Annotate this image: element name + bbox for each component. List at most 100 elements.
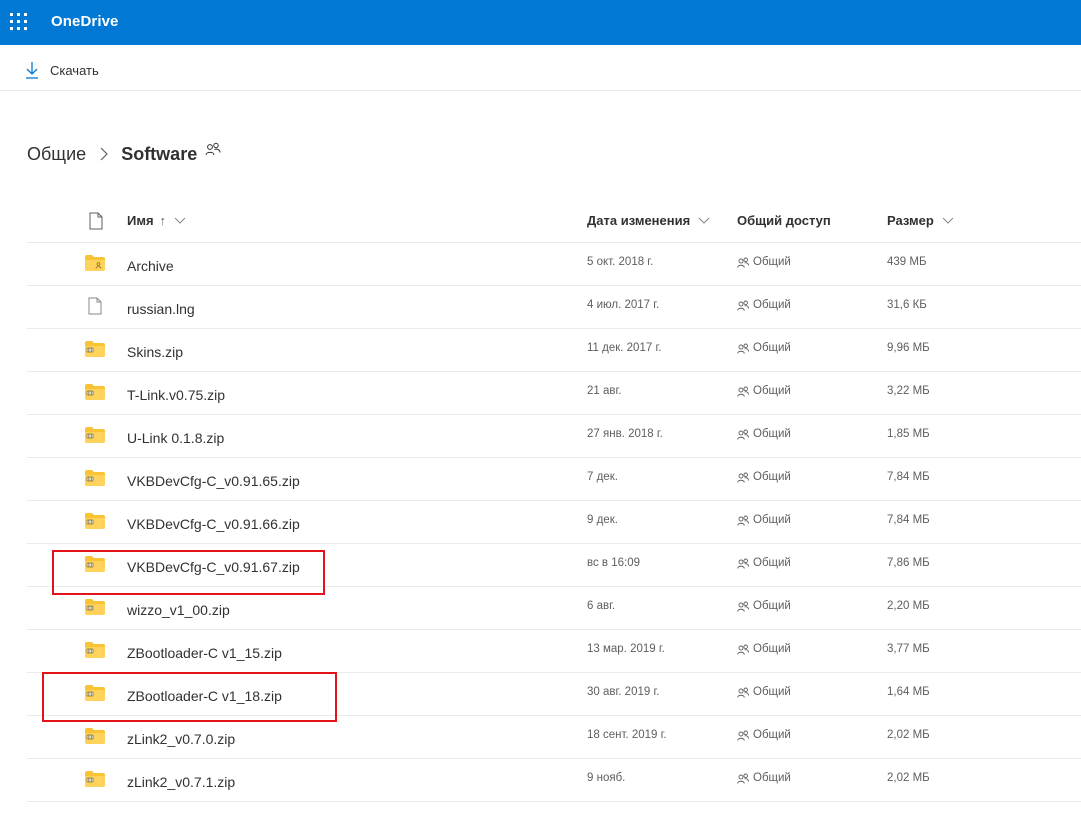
- file-row[interactable]: VKBDevCfg-C_v0.91.66.zip 9 дек. Общий 7,84 …: [27, 501, 1081, 544]
- zip-folder-icon: [85, 642, 105, 660]
- file-sharing[interactable]: Общий: [737, 299, 791, 311]
- top-bar: OneDrive: [0, 0, 1081, 45]
- shared-people-icon: [737, 644, 753, 655]
- file-name[interactable]: VKBDevCfg-C_v0.91.67.zip: [127, 559, 300, 575]
- file-sharing[interactable]: Общий: [737, 428, 791, 440]
- shared-people-icon: [737, 257, 753, 268]
- command-bar: Скачать: [0, 46, 1081, 91]
- chevron-right-icon: [100, 147, 109, 161]
- file-row[interactable]: zLink2_v0.7.0.zip 18 сент. 2019 г. Общий 2,…: [27, 716, 1081, 759]
- file-name[interactable]: VKBDevCfg-C_v0.91.65.zip: [127, 473, 300, 489]
- file-name[interactable]: U-Link 0.1.8.zip: [127, 430, 224, 446]
- file-row[interactable]: VKBDevCfg-C_v0.91.67.zip вс в 16:09 Общий 7…: [27, 544, 1081, 587]
- download-label: Скачать: [50, 62, 99, 78]
- file-modified: 6 авг.: [587, 600, 616, 612]
- column-header-modified[interactable]: Дата изменения: [587, 213, 710, 228]
- file-size: 2,02 МБ: [887, 729, 930, 741]
- file-sharing[interactable]: Общий: [737, 729, 791, 741]
- file-sharing[interactable]: Общий: [737, 385, 791, 397]
- file-modified: 7 дек.: [587, 471, 618, 483]
- file-modified: 27 янв. 2018 г.: [587, 428, 663, 440]
- file-list: Archive 5 окт. 2018 г. Общий 439 МБ russian.…: [27, 243, 1081, 802]
- column-header-name[interactable]: Имя ↑: [127, 213, 186, 228]
- zip-folder-icon: [85, 771, 105, 789]
- file-modified: 13 мар. 2019 г.: [587, 643, 665, 655]
- sort-arrow-up-icon: ↑: [159, 213, 167, 228]
- file-sharing-label: Общий: [753, 686, 791, 698]
- file-modified: вс в 16:09: [587, 557, 641, 569]
- column-header-sharing[interactable]: Общий доступ: [737, 213, 831, 228]
- file-size: 7,86 МБ: [887, 557, 930, 569]
- file-sharing[interactable]: Общий: [737, 557, 791, 569]
- app-title[interactable]: OneDrive: [51, 13, 119, 30]
- file-sharing[interactable]: Общий: [737, 772, 791, 784]
- column-header-sharing-label: Общий доступ: [737, 213, 831, 228]
- file-name[interactable]: wizzo_v1_00.zip: [127, 602, 230, 618]
- file-modified: 11 дек. 2017 г.: [587, 342, 662, 354]
- file-row[interactable]: wizzo_v1_00.zip 6 авг. Общий 2,20 МБ: [27, 587, 1081, 630]
- file-name[interactable]: ZBootloader-C v1_18.zip: [127, 688, 282, 704]
- file-name[interactable]: VKBDevCfg-C_v0.91.66.zip: [127, 516, 300, 532]
- file-size: 7,84 МБ: [887, 514, 930, 526]
- shared-people-icon: [737, 601, 753, 612]
- file-size: 2,20 МБ: [887, 600, 930, 612]
- file-row[interactable]: Skins.zip 11 дек. 2017 г. Общий 9,96 МБ: [27, 329, 1081, 372]
- file-size: 7,84 МБ: [887, 471, 930, 483]
- file-modified: 9 нояб.: [587, 772, 626, 784]
- file-row[interactable]: ZBootloader-C v1_18.zip 30 авг. 2019 г. Об…: [27, 673, 1081, 716]
- file-sharing-label: Общий: [753, 557, 791, 569]
- file-name[interactable]: zLink2_v0.7.1.zip: [127, 774, 235, 790]
- file-name[interactable]: T-Link.v0.75.zip: [127, 387, 225, 403]
- file-row[interactable]: russian.lng 4 июл. 2017 г. Общий 31,6 КБ: [27, 286, 1081, 329]
- chevron-down-icon: [698, 217, 710, 225]
- shared-people-icon: [737, 558, 753, 569]
- download-button[interactable]: Скачать: [25, 60, 99, 80]
- file-row[interactable]: U-Link 0.1.8.zip 27 янв. 2018 г. Общий 1,85…: [27, 415, 1081, 458]
- file-sharing[interactable]: Общий: [737, 471, 791, 483]
- file-size: 31,6 КБ: [887, 299, 927, 311]
- download-icon: [25, 61, 39, 79]
- shared-people-icon: [737, 300, 753, 311]
- zip-folder-icon: [85, 341, 105, 359]
- file-row[interactable]: ZBootloader-C v1_15.zip 13 мар. 2019 г. Об…: [27, 630, 1081, 673]
- shared-folder-icon: [85, 255, 105, 273]
- file-sharing[interactable]: Общий: [737, 643, 791, 655]
- file-sharing-label: Общий: [753, 299, 791, 311]
- file-sharing[interactable]: Общий: [737, 514, 791, 526]
- file-sharing[interactable]: Общий: [737, 256, 791, 268]
- file-sharing-label: Общий: [753, 772, 791, 784]
- file-name[interactable]: Skins.zip: [127, 344, 183, 360]
- shared-people-icon: [737, 515, 753, 526]
- file-sharing-label: Общий: [753, 342, 791, 354]
- file-row[interactable]: zLink2_v0.7.1.zip 9 нояб. Общий 2,02 МБ: [27, 759, 1081, 802]
- zip-folder-icon: [85, 728, 105, 746]
- zip-folder-icon: [85, 599, 105, 617]
- file-row[interactable]: VKBDevCfg-C_v0.91.65.zip 7 дек. Общий 7,84 …: [27, 458, 1081, 501]
- file-sharing[interactable]: Общий: [737, 342, 791, 354]
- breadcrumb-root[interactable]: Общие: [27, 144, 86, 165]
- file-row[interactable]: Archive 5 окт. 2018 г. Общий 439 МБ: [27, 243, 1081, 286]
- file-name[interactable]: Archive: [127, 258, 174, 274]
- zip-folder-icon: [85, 513, 105, 531]
- file-sharing[interactable]: Общий: [737, 686, 791, 698]
- zip-folder-icon: [85, 685, 105, 703]
- file-size: 439 МБ: [887, 256, 927, 268]
- column-header-row: Имя ↑ Дата изменения Общий доступ Размер: [27, 200, 1081, 243]
- file-name[interactable]: russian.lng: [127, 301, 195, 317]
- column-header-size[interactable]: Размер: [887, 213, 954, 228]
- file-modified: 21 авг.: [587, 385, 622, 397]
- file-row[interactable]: T-Link.v0.75.zip 21 авг. Общий 3,22 МБ: [27, 372, 1081, 415]
- file-sharing[interactable]: Общий: [737, 600, 791, 612]
- file-size: 3,77 МБ: [887, 643, 930, 655]
- breadcrumb-current: Software: [121, 143, 198, 164]
- shared-people-icon: [205, 142, 221, 156]
- file-sharing-label: Общий: [753, 471, 791, 483]
- file-sharing-label: Общий: [753, 256, 791, 268]
- file-name[interactable]: zLink2_v0.7.0.zip: [127, 731, 235, 747]
- app-launcher-icon[interactable]: [10, 13, 28, 31]
- file-sharing-label: Общий: [753, 514, 791, 526]
- shared-people-icon: [737, 730, 753, 741]
- file-sharing-label: Общий: [753, 385, 791, 397]
- file-type-header-icon[interactable]: [89, 212, 103, 235]
- file-name[interactable]: ZBootloader-C v1_15.zip: [127, 645, 282, 661]
